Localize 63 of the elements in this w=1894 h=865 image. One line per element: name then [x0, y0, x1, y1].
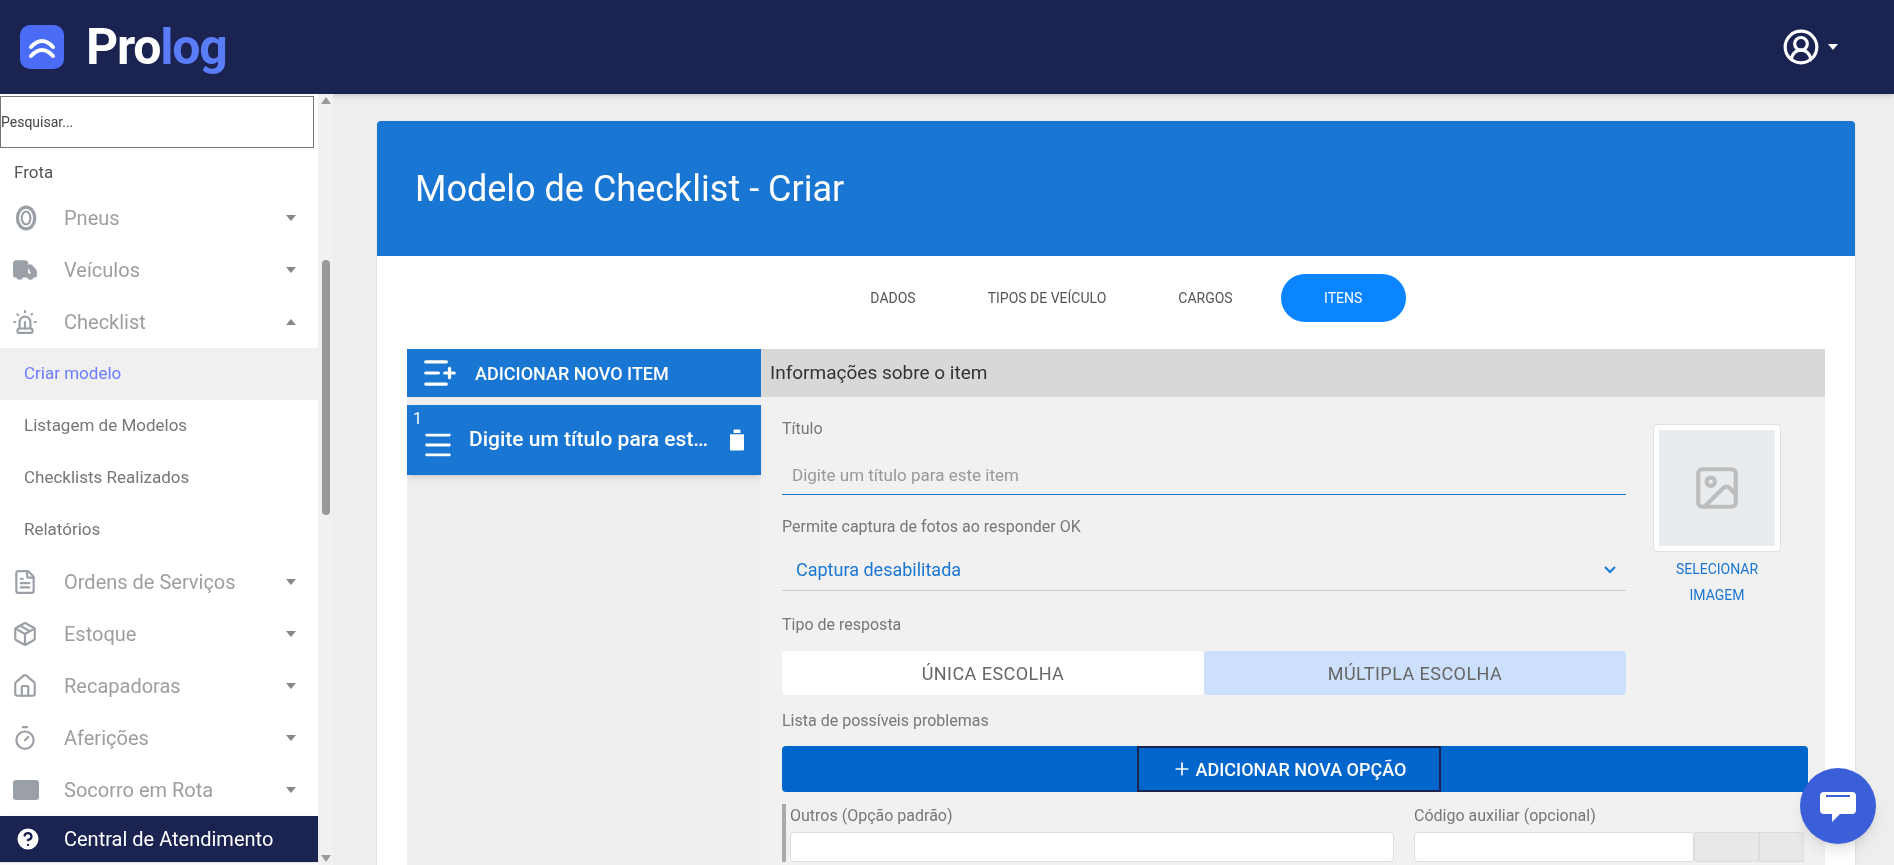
caret-down-icon: [286, 682, 296, 689]
field-label: Código auxiliar (opcional): [1414, 805, 1597, 827]
field-label: Outros (Opção padrão): [790, 805, 954, 827]
submenu-item[interactable]: Criar modelo: [0, 347, 318, 400]
scrollbar-thumb[interactable]: [321, 259, 330, 515]
menu-item[interactable]: Estoque: [0, 607, 318, 660]
scroll-down-icon[interactable]: [320, 855, 331, 862]
menu-item[interactable]: Ordens de Serviços: [0, 555, 318, 608]
sign-icon: [12, 779, 40, 800]
code-input[interactable]: [1414, 832, 1694, 862]
logo-icon: [20, 25, 64, 69]
add-option-button[interactable]: ADICIONAR NOVA OPÇÃO: [1137, 746, 1441, 792]
select-image-link[interactable]: SELECIONAR IMAGEM: [1662, 556, 1772, 608]
submenu-item[interactable]: Listagem de Modelos: [0, 399, 318, 452]
title-input[interactable]: Digite um título para este item: [782, 455, 1626, 495]
package-icon: [12, 620, 38, 647]
caret-down-icon: [286, 266, 296, 273]
timer-icon: [12, 724, 38, 751]
account-button[interactable]: [1782, 28, 1838, 66]
logo-text: Prolog: [86, 22, 227, 72]
caret-down-icon: [286, 630, 296, 637]
help-icon: [14, 825, 42, 853]
menu-item[interactable]: Socorro em Rota: [0, 763, 318, 816]
page-title: Modelo de Checklist - Criar: [415, 166, 845, 212]
response-type-option[interactable]: MÚLTIPLA ESCOLHA: [1204, 651, 1626, 695]
field-label: Título: [782, 418, 824, 440]
user-icon: [1782, 28, 1820, 66]
menu-item[interactable]: Pneus: [0, 191, 318, 244]
menu-item[interactable]: Aferições: [0, 711, 318, 764]
house-icon: [12, 672, 38, 699]
caret-up-icon: [286, 318, 296, 325]
chevron-down-icon: [1604, 565, 1616, 574]
document-icon: [12, 568, 38, 595]
menu-item[interactable]: Checklist: [0, 295, 318, 348]
caret-down-icon: [286, 578, 296, 585]
caret-down-icon: [286, 214, 296, 221]
add-item-button[interactable]: ADICIONAR NOVO ITEM: [407, 349, 761, 397]
item-row[interactable]: 1 Digite um título para est…: [407, 405, 761, 475]
siren-icon: [12, 308, 38, 335]
photo-capture-select[interactable]: Captura desabilitada: [782, 549, 1626, 591]
submenu-item[interactable]: Relatórios: [0, 503, 318, 556]
tab[interactable]: TIPOS DE VEÍCULO: [963, 274, 1131, 322]
section-label: Frota: [14, 161, 54, 184]
menu-item[interactable]: Recapadoras: [0, 659, 318, 712]
caret-down-icon: [286, 734, 296, 741]
search-field[interactable]: Pesquisar...: [0, 96, 314, 148]
caret-icon: [1828, 44, 1838, 50]
tab[interactable]: DADOS: [846, 274, 940, 322]
menu-item[interactable]: Veículos: [0, 243, 318, 296]
details-header: Informações sobre o item: [761, 349, 1825, 397]
item-number: 1: [413, 408, 422, 430]
field-label: Lista de possíveis problemas: [782, 710, 990, 732]
scroll-up-icon[interactable]: [320, 97, 331, 104]
help-center-button[interactable]: Central de Atendimento: [0, 816, 318, 862]
submenu-item[interactable]: Checklists Realizados: [0, 451, 318, 504]
item-title: Digite um título para est…: [469, 426, 710, 454]
response-type-option[interactable]: ÚNICA ESCOLHA: [782, 651, 1204, 695]
tab[interactable]: ITENS: [1280, 274, 1406, 322]
caret-down-icon: [286, 786, 296, 793]
field-label: Permite captura de fotos ao responder OK: [782, 516, 1082, 538]
option-input[interactable]: [790, 832, 1394, 862]
tab[interactable]: CARGOS: [1154, 274, 1257, 322]
field-label: Tipo de resposta: [782, 614, 903, 636]
